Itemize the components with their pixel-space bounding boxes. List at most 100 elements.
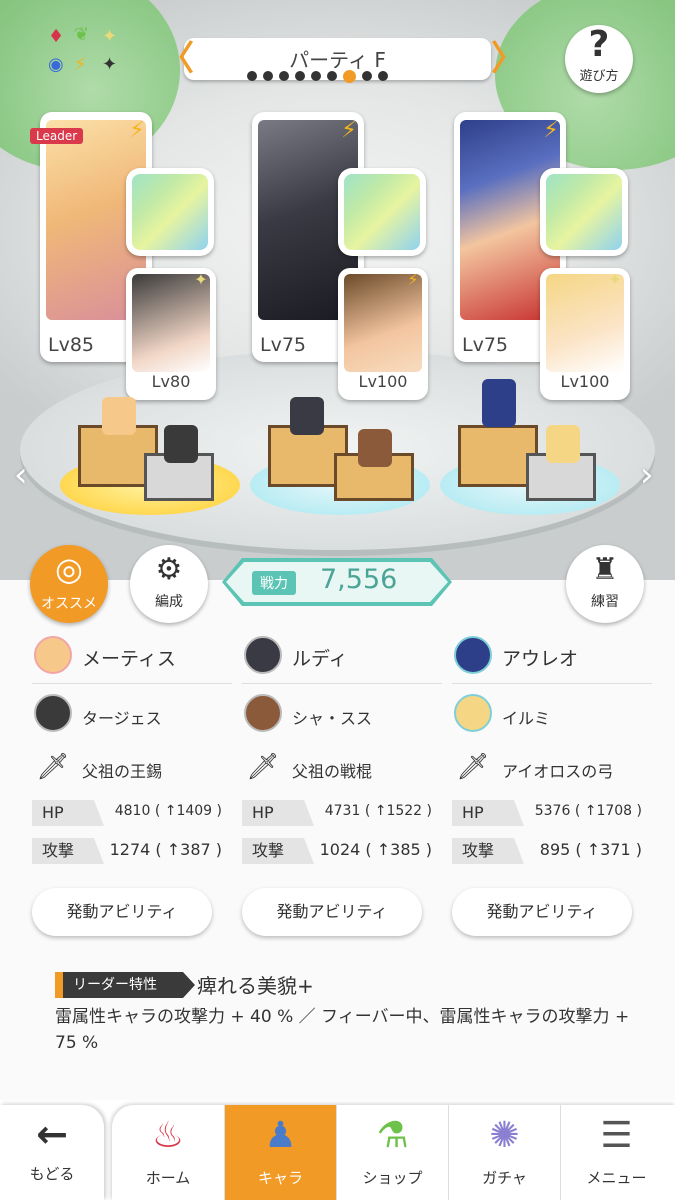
scroll-left-icon[interactable]: ‹	[14, 455, 28, 495]
water-element-icon: ◉	[48, 54, 64, 75]
hp-stat: HP 4731 ( ↑1522 )	[242, 800, 442, 826]
sub-level: Lv80	[151, 372, 191, 391]
ability-button-2[interactable]: 発動アビリティ	[242, 888, 422, 936]
character-sprite	[164, 425, 198, 463]
ability-button-1[interactable]: 発動アビリティ	[32, 888, 212, 936]
character-sprite	[290, 397, 324, 435]
unit-slot-1: ⚡ Lv85 Leader ✦ Lv80	[30, 112, 240, 402]
tab-character[interactable]: ♟ キャラ	[224, 1105, 336, 1200]
hp-value: 5376 ( ↑1708 )	[534, 803, 642, 819]
question-icon: ?	[588, 24, 610, 65]
sub-character-row[interactable]: シャ・スス	[242, 690, 442, 738]
tab-shop[interactable]: ⚗ ショップ	[336, 1105, 448, 1200]
light-element-icon: ✦	[102, 26, 118, 47]
tab-label: メニュー	[586, 1169, 647, 1187]
weapon-icon: 🗡	[36, 752, 70, 782]
practice-button[interactable]: ♜ 練習	[566, 545, 644, 623]
sub-character-row[interactable]: タージェス	[32, 690, 232, 738]
scroll-right-icon[interactable]: ›	[640, 455, 654, 495]
main-level: Lv75	[462, 334, 509, 356]
main-character-row[interactable]: メーティス	[32, 632, 232, 684]
sub-character-card[interactable]: ✦ Lv100	[540, 268, 630, 400]
attack-label: 攻撃	[242, 838, 314, 864]
page-dot[interactable]	[311, 71, 321, 81]
page-dot[interactable]	[247, 71, 257, 81]
sub-character-card[interactable]: ⚡ Lv100	[338, 268, 428, 400]
main-character-row[interactable]: アウレオ	[452, 632, 652, 684]
hp-stat: HP 4810 ( ↑1409 )	[32, 800, 232, 826]
next-party-icon[interactable]: 〉	[491, 40, 525, 78]
sub-character-row[interactable]: イルミ	[452, 690, 652, 738]
recommend-button[interactable]: ◎ オススメ	[30, 545, 108, 623]
main-character-row[interactable]: ルディ	[242, 632, 442, 684]
page-dot[interactable]	[378, 71, 388, 81]
sub-character-name: イルミ	[502, 709, 551, 728]
hp-label: HP	[242, 800, 314, 826]
arrow-left-icon: ←	[36, 1112, 68, 1156]
character-icon: ♟	[264, 1115, 297, 1156]
sub-character-card[interactable]: ✦ Lv80	[126, 268, 216, 400]
main-character-name: アウレオ	[502, 648, 579, 670]
weapon-row[interactable]: 🗡 アイオロスの弓	[452, 744, 652, 792]
weapon-card[interactable]	[540, 168, 628, 256]
party-power: 戦力 7,556	[222, 558, 452, 606]
leader-skill-name: 痺れる美貌+	[197, 974, 314, 998]
main-level: Lv75	[260, 334, 307, 356]
character-sprite	[482, 379, 516, 427]
avatar	[34, 636, 72, 674]
tab-label: ホーム	[145, 1169, 191, 1187]
sub-level: Lv100	[560, 372, 610, 391]
page-dot[interactable]	[327, 71, 337, 81]
light-element-icon: ✦	[194, 270, 208, 289]
weapon-row[interactable]: 🗡 父祖の戦棍	[242, 744, 442, 792]
tab-gacha[interactable]: ✺ ガチャ	[448, 1105, 560, 1200]
help-button[interactable]: ? 遊び方	[565, 25, 633, 93]
hp-label: HP	[32, 800, 104, 826]
power-label: 戦力	[252, 571, 296, 595]
thunder-element-icon: ⚡	[341, 118, 357, 143]
avatar	[244, 636, 282, 674]
unit-pedestal-2	[250, 395, 430, 525]
page-dot[interactable]	[279, 71, 289, 81]
sub-level: Lv100	[358, 372, 408, 391]
attack-value: 1274 ( ↑387 )	[109, 840, 222, 859]
gacha-icon: ✺	[489, 1115, 520, 1156]
menu-icon: ☰	[600, 1115, 633, 1156]
weapon-row[interactable]: 🗡 父祖の王錫	[32, 744, 232, 792]
character-sprite	[102, 397, 136, 435]
page-dot[interactable]	[362, 71, 372, 81]
weapon-card[interactable]	[126, 168, 214, 256]
thunder-element-icon: ⚡	[543, 118, 559, 143]
tab-menu[interactable]: ☰ メニュー	[560, 1105, 672, 1200]
dark-element-icon: ✦	[102, 54, 118, 75]
attack-label: 攻撃	[452, 838, 524, 864]
leader-tag: Leader	[30, 128, 84, 144]
thunder-element-icon: ⚡	[129, 118, 145, 143]
tab-label: ガチャ	[482, 1169, 527, 1187]
weapon-card[interactable]	[338, 168, 426, 256]
weapon-icon: 🗡	[246, 752, 280, 782]
main-character-name: ルディ	[292, 648, 348, 670]
character-sprite	[358, 429, 392, 467]
party-title: パーティ F	[289, 48, 386, 72]
ability-button-3[interactable]: 発動アビリティ	[452, 888, 632, 936]
recommend-label: オススメ	[41, 596, 97, 612]
back-button[interactable]: ← もどる	[0, 1105, 104, 1200]
page-dot[interactable]	[263, 71, 273, 81]
bottom-navigation: ← もどる ♨ ホーム ♟ キャラ ⚗ ショップ ✺ ガチャ ☰ メニュー	[0, 1105, 675, 1200]
element-legend[interactable]: ♦ ❦ ✦ ◉ ⚡ ✦	[44, 26, 134, 82]
attack-value: 895 ( ↑371 )	[539, 840, 642, 859]
main-tabs: ♨ ホーム ♟ キャラ ⚗ ショップ ✺ ガチャ ☰ メニュー	[112, 1105, 675, 1200]
avatar	[34, 694, 72, 732]
avatar	[454, 694, 492, 732]
sub-character-name: シャ・スス	[292, 709, 373, 728]
formation-label: 編成	[155, 594, 183, 610]
unit-pedestal-3	[440, 379, 620, 525]
page-dot[interactable]	[343, 69, 356, 83]
thunder-element-icon: ⚡	[407, 270, 419, 289]
formation-button[interactable]: ⚙ 編成	[130, 545, 208, 623]
tab-home[interactable]: ♨ ホーム	[112, 1105, 224, 1200]
home-icon: ♨	[151, 1115, 185, 1156]
page-dot[interactable]	[295, 71, 305, 81]
attack-stat: 攻撃 1024 ( ↑385 )	[242, 838, 442, 864]
